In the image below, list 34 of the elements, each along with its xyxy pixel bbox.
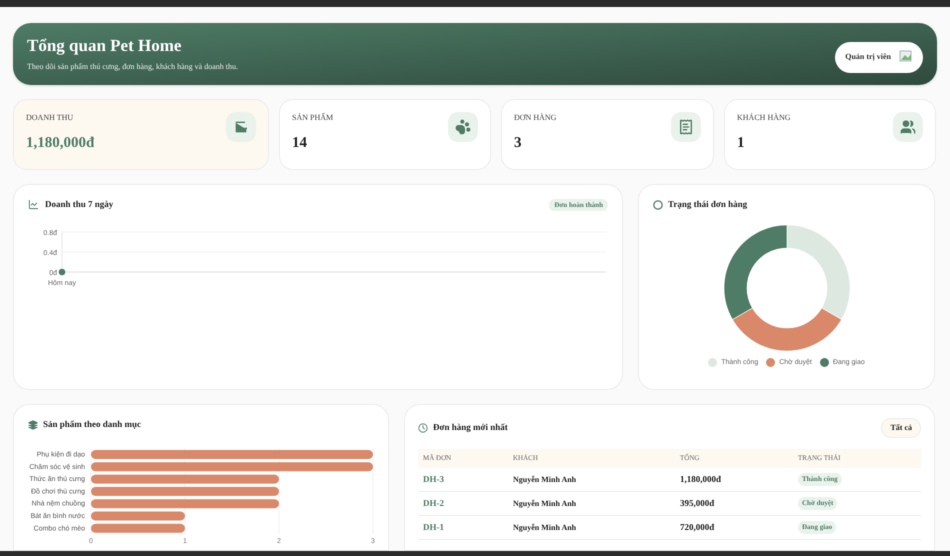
panel-title: Doanh thu 7 ngày (45, 198, 114, 211)
stat-label: DOANH THU (26, 112, 74, 124)
table-cell-text: 1,180,000đ (680, 472, 722, 486)
order-id[interactable]: DH-2 (423, 496, 513, 510)
order-id[interactable]: DH-3 (423, 472, 513, 486)
users-icon (900, 119, 916, 135)
stat-value: 14 (292, 134, 308, 153)
panel-title: Sản phẩm theo danh mục (43, 418, 142, 431)
wallet-icon (233, 119, 249, 135)
table-cell-text: Nguyễn Minh Anh (513, 498, 578, 510)
line-chart-icon (28, 199, 39, 210)
stat-label: SẢN PHẨM (292, 112, 334, 124)
stat-value: 3 (514, 134, 522, 153)
table-cell-text: 395,000đ (680, 496, 716, 510)
table-cell-text: Nguyễn Minh Anh (513, 522, 578, 534)
view-all-button[interactable]: Tất cả (881, 418, 921, 438)
clock-icon (418, 423, 428, 433)
page-title: Tổng quan Pet Home (27, 35, 182, 57)
broken-image-icon (899, 50, 913, 64)
circle-icon (653, 200, 663, 210)
stat-value: 1 (737, 134, 746, 153)
panel-title: Trạng thái đơn hàng (668, 198, 748, 211)
table-cell-text: Nguyễn Minh Anh (513, 474, 578, 486)
stat-label: ĐƠN HÀNG (514, 112, 556, 124)
user-chip[interactable]: Quản trị viên (835, 42, 923, 72)
layers-icon (28, 420, 38, 430)
paw-icon (455, 119, 471, 135)
order-id[interactable]: DH-1 (423, 520, 513, 534)
panel-title: Đơn hàng mới nhất (433, 421, 508, 434)
page-subtitle: Theo dõi sản phẩm thú cưng, đơn hàng, khách hàng và doanh thu. (27, 60, 238, 73)
stat-value: 1,180,000đ (26, 134, 94, 153)
receipt-icon (678, 119, 694, 135)
table-cell-text: 720,000đ (680, 520, 716, 534)
stat-label: KHÁCH HÀNG (737, 112, 791, 124)
